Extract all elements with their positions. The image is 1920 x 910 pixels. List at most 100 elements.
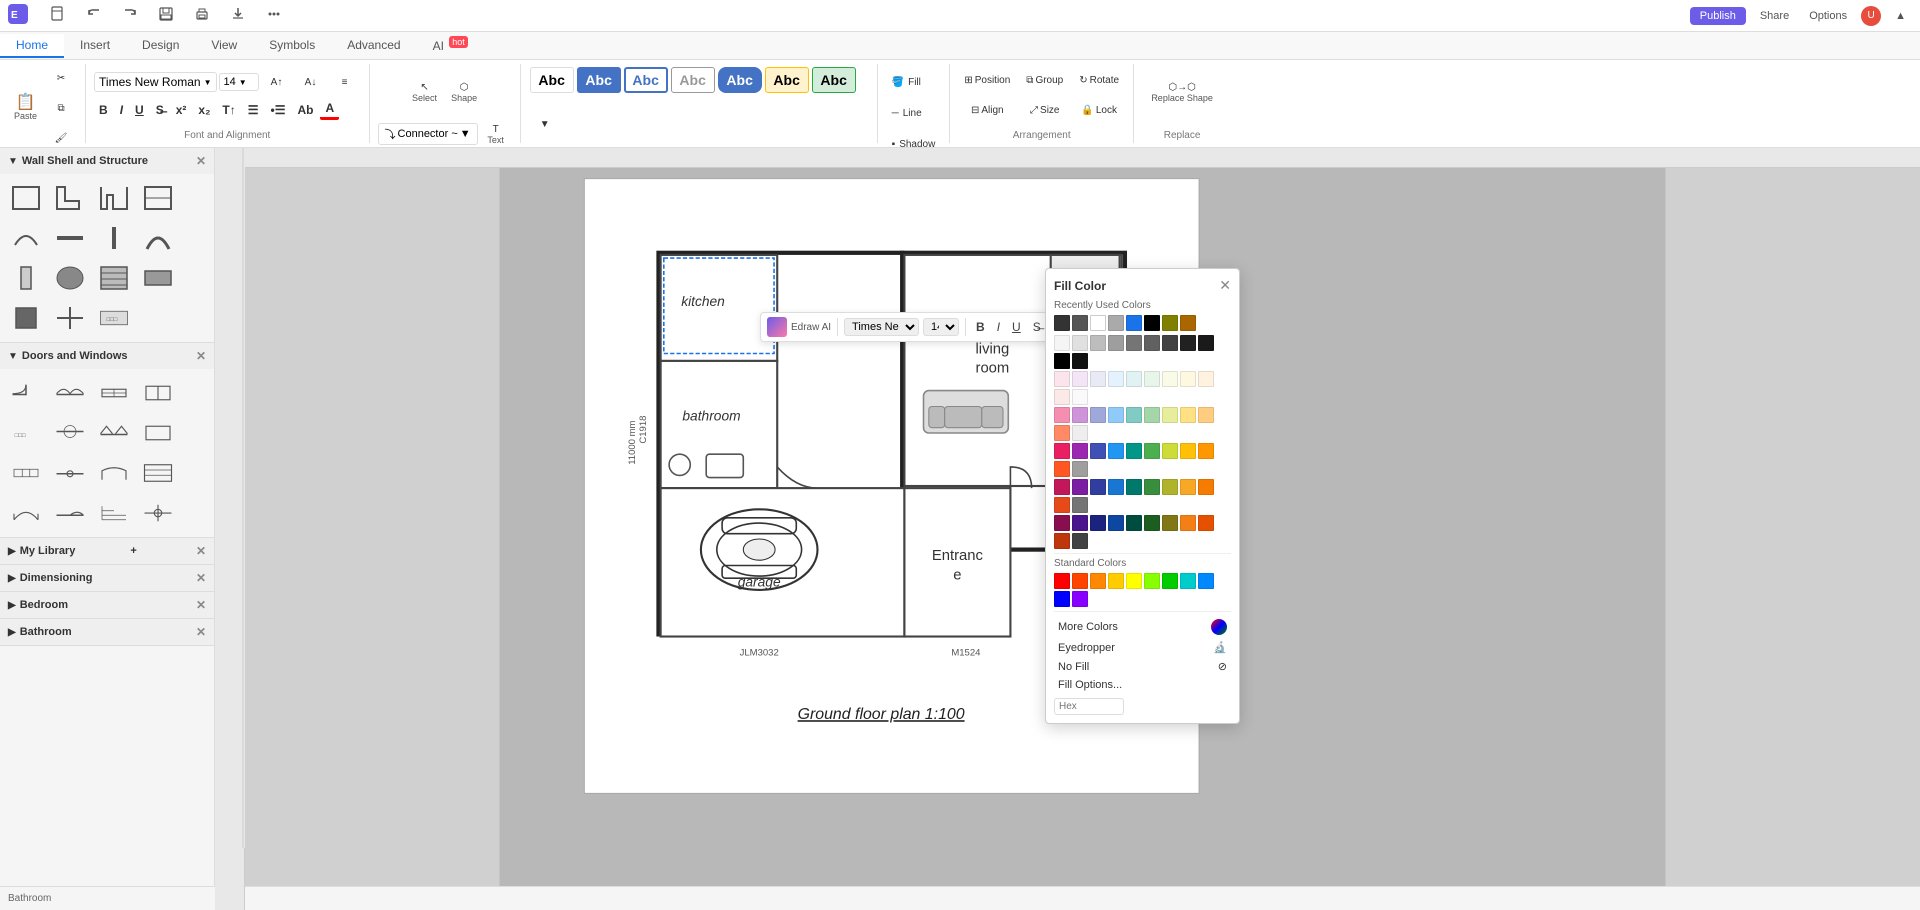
c-1-10[interactable] (1054, 353, 1070, 369)
font-size-decrease[interactable]: A↓ (295, 68, 327, 96)
bathroom-close-icon[interactable]: ✕ (196, 625, 206, 639)
c-5-6[interactable] (1144, 479, 1160, 495)
group-button[interactable]: ⧉ Group (1020, 66, 1069, 94)
c-1-3[interactable] (1090, 335, 1106, 351)
recent-color-7[interactable] (1162, 315, 1178, 331)
c-4-1[interactable] (1054, 443, 1070, 459)
shape-combo-door[interactable] (50, 495, 90, 531)
shape-partition[interactable] (138, 180, 178, 216)
c-4-11[interactable] (1072, 461, 1088, 477)
c-2-4[interactable] (1108, 371, 1124, 387)
top-action-redo[interactable] (116, 4, 144, 27)
c-5-4[interactable] (1108, 479, 1124, 495)
subscript-button[interactable]: x₂ (193, 101, 215, 119)
c-2-10[interactable] (1054, 389, 1070, 405)
shape-step-details[interactable] (94, 495, 134, 531)
superscript-button[interactable]: x² (171, 101, 192, 119)
std-9[interactable] (1198, 573, 1214, 589)
shape-stairs-spiral[interactable] (6, 495, 46, 531)
style-swatch-7[interactable]: Abc (812, 67, 856, 93)
c-2-3[interactable] (1090, 371, 1106, 387)
c-6-8[interactable] (1180, 515, 1196, 531)
c-4-9[interactable] (1198, 443, 1214, 459)
style-swatch-3[interactable]: Abc (624, 67, 668, 93)
shape-revolving-door[interactable] (50, 415, 90, 451)
canvas-area[interactable]: Edraw AI Times Ne 14 B I U S̶ ☰ • Ab A F… (215, 148, 1920, 910)
panel-section-walls-header[interactable]: ▼ Wall Shell and Structure ✕ (0, 148, 214, 174)
std-10[interactable] (1054, 591, 1070, 607)
text-align[interactable]: ≡ (329, 68, 361, 96)
style-swatch-1[interactable]: Abc (530, 67, 574, 93)
size-button[interactable]: ⤢ Size (1020, 96, 1069, 124)
c-5-3[interactable] (1090, 479, 1106, 495)
top-action-export[interactable] (224, 4, 252, 27)
bold-button[interactable]: B (94, 101, 113, 119)
c-5-8[interactable] (1180, 479, 1196, 495)
c-1-1[interactable] (1054, 335, 1070, 351)
c-1-2[interactable] (1072, 335, 1088, 351)
replace-shape-button[interactable]: ⬡→⬡ Replace Shape (1142, 64, 1222, 120)
c-3-8[interactable] (1180, 407, 1196, 423)
shape-center-mark[interactable] (138, 495, 178, 531)
c-1-9[interactable] (1198, 335, 1214, 351)
cut-button[interactable]: ✂ (45, 64, 77, 92)
c-5-11[interactable] (1072, 497, 1088, 513)
text-case-button[interactable]: T↑ (217, 101, 240, 119)
font-size-increase[interactable]: A↑ (261, 68, 293, 96)
shape-cross[interactable] (50, 300, 90, 336)
c-2-1[interactable] (1054, 371, 1070, 387)
tab-home[interactable]: Home (0, 34, 64, 58)
c-4-5[interactable] (1126, 443, 1142, 459)
c-2-2[interactable] (1072, 371, 1088, 387)
c-2-6[interactable] (1144, 371, 1160, 387)
text-bg-button[interactable]: Ab (292, 101, 318, 119)
shape-rectangle[interactable] (6, 180, 46, 216)
popup-close-button[interactable]: ✕ (1219, 277, 1231, 294)
c-3-3[interactable] (1090, 407, 1106, 423)
c-1-7[interactable] (1162, 335, 1178, 351)
library-close-icon[interactable]: ✕ (196, 544, 206, 558)
doors-close-icon[interactable]: ✕ (196, 349, 206, 363)
underline-button[interactable]: U (130, 101, 149, 119)
c-4-2[interactable] (1072, 443, 1088, 459)
align-button[interactable]: ⊟ Align (958, 96, 1016, 124)
panel-section-doors-header[interactable]: ▼ Doors and Windows ✕ (0, 343, 214, 369)
c-1-8[interactable] (1180, 335, 1196, 351)
italic-button[interactable]: I (115, 101, 128, 119)
c-6-5[interactable] (1126, 515, 1142, 531)
top-action-file[interactable] (44, 4, 72, 27)
paste-button[interactable]: 📋 Paste (8, 80, 43, 136)
c-5-5[interactable] (1126, 479, 1142, 495)
hex-input[interactable] (1054, 698, 1124, 715)
connector-button[interactable]: ⤵ Connector ~ ▼ (378, 123, 478, 145)
c-6-3[interactable] (1090, 515, 1106, 531)
c-3-10[interactable] (1054, 425, 1070, 441)
ft-bold[interactable]: B (972, 318, 989, 336)
c-4-4[interactable] (1108, 443, 1124, 459)
c-3-6[interactable] (1144, 407, 1160, 423)
shape-oval[interactable] (50, 260, 90, 296)
shape-wall-segment[interactable] (50, 220, 90, 256)
c-2-9[interactable] (1198, 371, 1214, 387)
c-3-11[interactable] (1072, 425, 1088, 441)
recent-color-5[interactable] (1126, 315, 1142, 331)
text-button[interactable]: T Text (480, 120, 512, 148)
top-action-more[interactable] (260, 4, 288, 27)
no-fill-action[interactable]: No Fill ⊘ (1054, 657, 1231, 676)
shape-garage-door[interactable] (138, 455, 178, 491)
shape-stairs[interactable] (94, 260, 134, 296)
std-5[interactable] (1126, 573, 1142, 589)
c-5-1[interactable] (1054, 479, 1070, 495)
walls-close-icon[interactable]: ✕ (196, 154, 206, 168)
panel-section-bathroom-header[interactable]: ▶ Bathroom ✕ (0, 619, 214, 645)
tab-design[interactable]: Design (126, 34, 195, 58)
font-size-dropdown[interactable]: 14 ▼ (219, 73, 259, 91)
c-4-3[interactable] (1090, 443, 1106, 459)
shape-button[interactable]: ⬡ Shape (445, 64, 483, 120)
style-swatch-5[interactable]: Abc (718, 67, 762, 93)
c-4-10[interactable] (1054, 461, 1070, 477)
copy-button[interactable]: ⧉ (45, 94, 77, 122)
c-1-11[interactable] (1072, 353, 1088, 369)
top-action-print[interactable] (188, 4, 216, 27)
c-1-5[interactable] (1126, 335, 1142, 351)
